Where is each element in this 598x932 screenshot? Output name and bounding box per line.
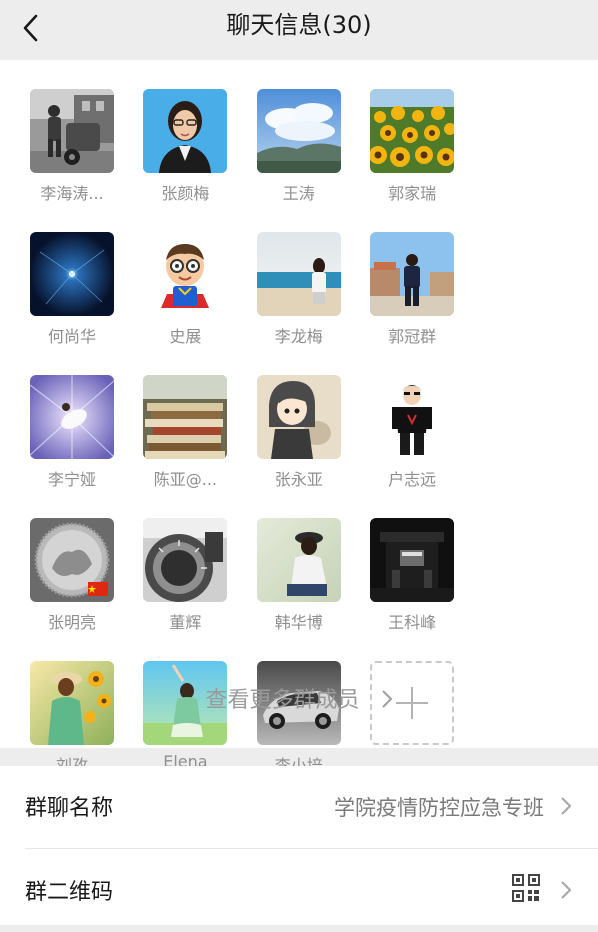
member-name: 韩华博 [274, 613, 323, 632]
member-item[interactable]: 李海涛... [23, 89, 136, 232]
qr-code-row[interactable]: 群二维码 [0, 850, 598, 932]
avatar[interactable] [143, 375, 228, 459]
group-name-value: 学院疫情防控应急专班 [334, 796, 544, 820]
member-item[interactable]: 张永亚 [250, 375, 363, 518]
member-item[interactable]: 李宁娅 [23, 375, 136, 518]
avatar[interactable] [143, 518, 228, 602]
member-name: 李海涛... [40, 184, 104, 203]
group-name-row[interactable]: 群聊名称 学院疫情防控应急专班 [0, 766, 598, 849]
member-name: 郭家瑞 [388, 184, 437, 203]
qr-code-icon [512, 874, 540, 902]
member-item[interactable]: 陈亚@... [136, 375, 249, 518]
member-name: 张颜梅 [161, 184, 210, 203]
member-item[interactable]: 郭家瑞 [363, 89, 476, 232]
nav-bar: 聊天信息(30) [0, 0, 598, 58]
view-more-members-link[interactable]: 查看更多群成员 [0, 682, 598, 714]
member-item[interactable]: 张明亮 [23, 518, 136, 661]
group-settings: 群聊名称 学院疫情防控应急专班 群二维码 [0, 766, 598, 925]
group-name-label: 群聊名称 [25, 796, 114, 821]
member-item[interactable]: 史展 [136, 232, 249, 375]
avatar[interactable] [370, 375, 455, 459]
member-name: 史展 [169, 327, 202, 346]
member-name: 李龙梅 [274, 327, 323, 346]
avatar[interactable] [30, 518, 114, 602]
avatar[interactable] [30, 89, 114, 173]
chevron-right-icon [561, 881, 572, 899]
avatar[interactable] [256, 518, 341, 602]
member-item[interactable]: 户志远 [363, 375, 476, 518]
avatar[interactable] [143, 89, 228, 173]
member-name: 王科峰 [388, 613, 437, 632]
qr-code-label: 群二维码 [25, 880, 114, 905]
chevron-right-icon [381, 690, 392, 708]
member-name: 张明亮 [47, 613, 96, 632]
avatar[interactable] [30, 232, 114, 316]
member-item[interactable]: 郭冠群 [363, 232, 476, 375]
avatar[interactable] [370, 232, 455, 316]
member-name: 郭冠群 [388, 327, 437, 346]
member-name: 张永亚 [274, 470, 323, 489]
avatar[interactable] [256, 375, 341, 459]
member-item[interactable]: 何尚华 [23, 232, 136, 375]
avatar[interactable] [30, 375, 114, 459]
member-name: 李宁娅 [47, 470, 96, 489]
member-panel: 李海涛... 张颜梅 王涛 郭家瑞 何尚华 史展 李龙梅 郭冠群 李宁娅 陈亚@… [0, 60, 598, 775]
member-item[interactable]: 李龙梅 [250, 232, 363, 375]
member-name: 陈亚@... [153, 470, 218, 489]
member-item[interactable]: 王涛 [250, 89, 363, 232]
member-name: 何尚华 [47, 327, 96, 346]
member-item[interactable]: 张颜梅 [136, 89, 249, 232]
avatar[interactable] [370, 89, 455, 173]
avatar[interactable] [370, 518, 455, 602]
divider [25, 848, 598, 849]
member-name: 户志远 [388, 470, 437, 489]
page-title: 聊天信息(30) [226, 11, 372, 39]
member-item[interactable]: 董辉 [136, 518, 249, 661]
view-more-label: 查看更多群成员 [205, 688, 360, 713]
avatar[interactable] [256, 232, 341, 316]
member-name: 王涛 [282, 184, 315, 203]
member-item[interactable]: 王科峰 [363, 518, 476, 661]
member-item[interactable]: 韩华博 [250, 518, 363, 661]
avatar[interactable] [256, 89, 341, 173]
avatar[interactable] [143, 232, 228, 316]
member-name: 董辉 [169, 613, 202, 632]
chevron-right-icon [561, 797, 572, 815]
